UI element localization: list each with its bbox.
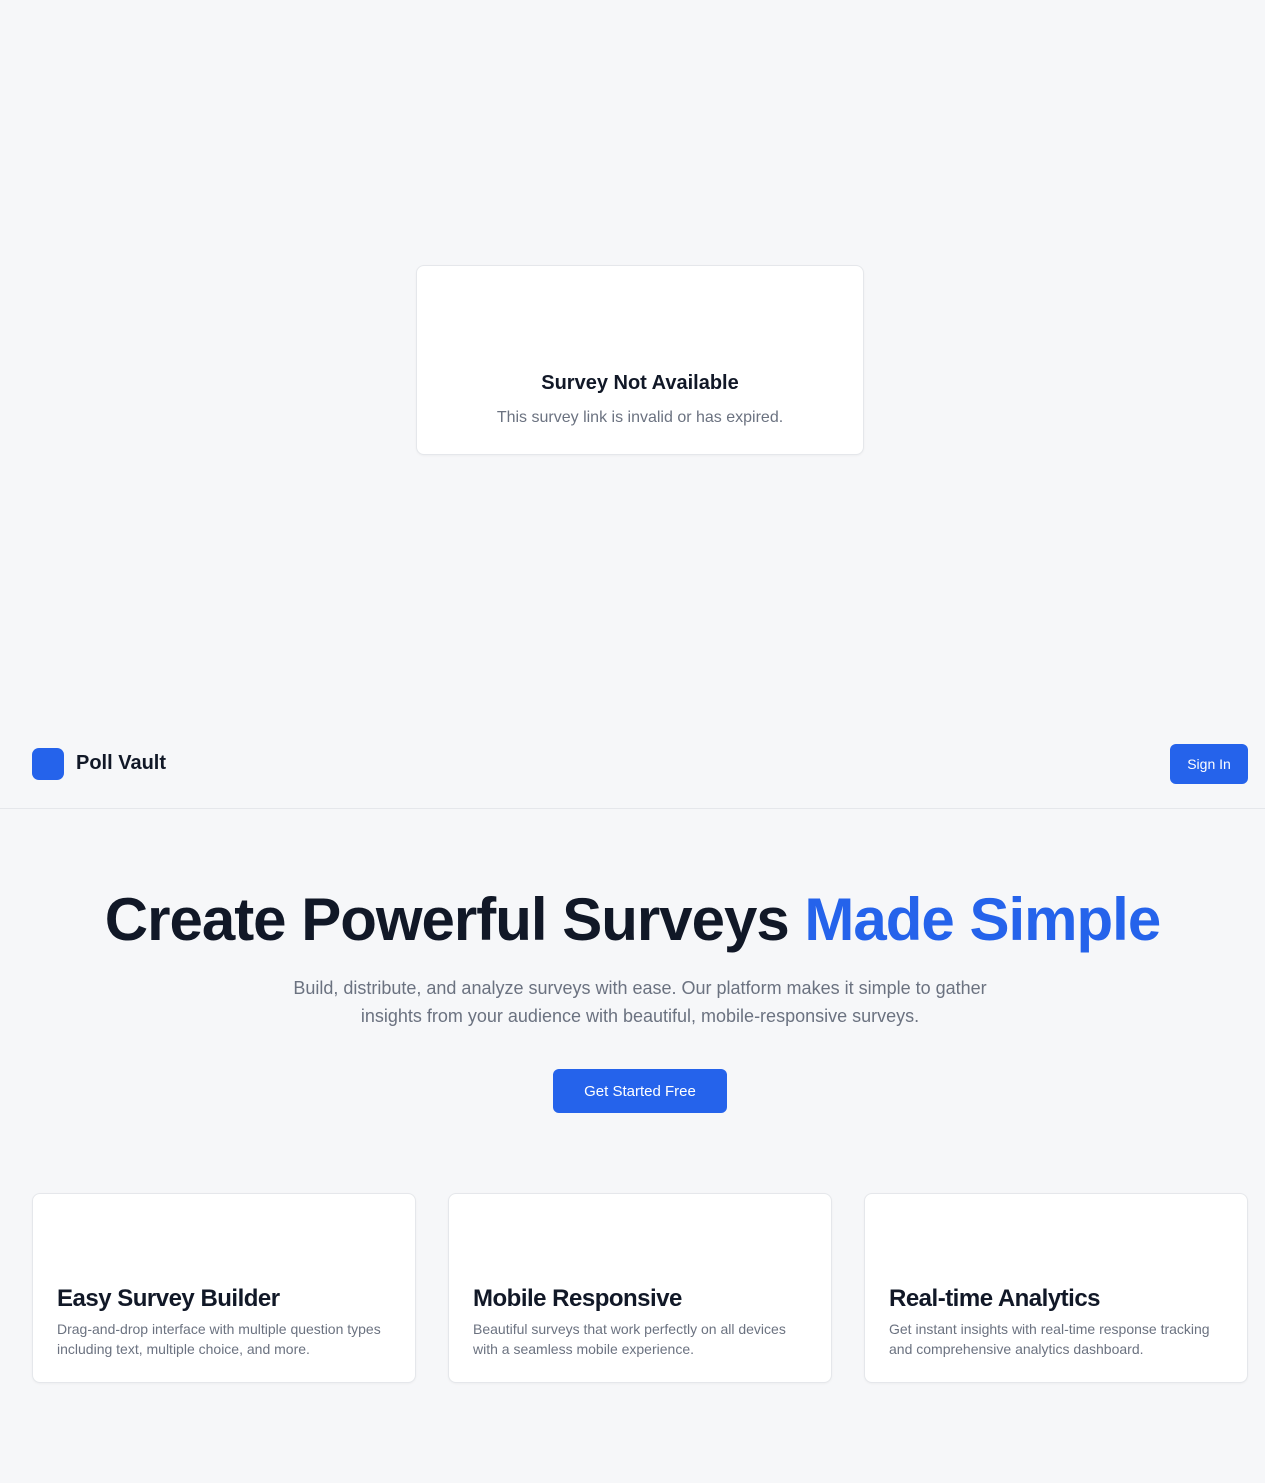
hero-subtitle: Build, distribute, and analyze surveys w…	[293, 978, 987, 1026]
error-title: Survey Not Available	[541, 372, 739, 394]
site-header: Poll Vault Sign In	[0, 726, 1265, 809]
logo-icon[interactable]	[32, 748, 64, 780]
mobile-icon	[473, 1226, 521, 1274]
feature-card-builder: Easy Survey Builder Drag-and-drop interf…	[32, 1193, 416, 1383]
feature-description: Beautiful surveys that work perfectly on…	[473, 1321, 786, 1357]
analytics-icon	[889, 1226, 937, 1274]
feature-title: Real-time Analytics	[889, 1285, 1101, 1312]
hero-title-main: Create Powerful Surveys	[104, 886, 790, 953]
feature-title: Easy Survey Builder	[57, 1285, 280, 1312]
get-started-button[interactable]: Get Started Free	[553, 1069, 727, 1113]
error-message: This survey link is invalid or has expir…	[496, 409, 784, 426]
brand-name[interactable]: Poll Vault	[76, 752, 166, 775]
survey-unavailable-card: Survey Not Available This survey link is…	[416, 265, 864, 455]
hero-title: Create Powerful Surveys Made Simple	[0, 884, 1265, 956]
builder-icon	[57, 1226, 105, 1274]
page: Survey Not Available This survey link is…	[0, 0, 1265, 1483]
feature-title: Mobile Responsive	[473, 1285, 682, 1312]
alert-icon	[616, 304, 664, 352]
hero-title-accent: Made Simple	[804, 886, 1161, 953]
feature-card-mobile: Mobile Responsive Beautiful surveys that…	[448, 1193, 832, 1383]
feature-description: Drag-and-drop interface with multiple qu…	[57, 1321, 381, 1357]
feature-description: Get instant insights with real-time resp…	[889, 1321, 1210, 1357]
feature-card-analytics: Real-time Analytics Get instant insights…	[864, 1193, 1248, 1383]
sign-in-button[interactable]: Sign In	[1170, 744, 1248, 784]
